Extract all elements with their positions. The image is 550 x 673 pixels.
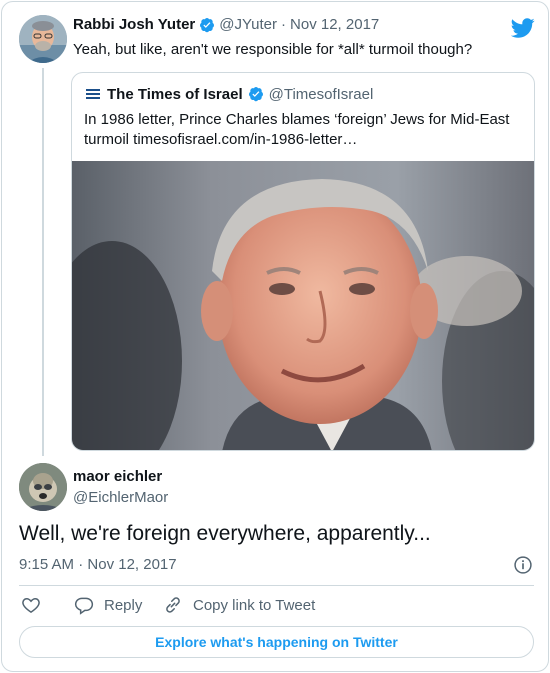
quoted-tweet-text-line-2[interactable]: turmoil timesofisrael.com/in-1986-letter… xyxy=(84,130,524,150)
main-author-handle[interactable]: @EichlerMaor xyxy=(73,489,168,506)
link-icon xyxy=(166,597,180,613)
tweet-date[interactable]: Nov 12, 2017 xyxy=(87,556,176,573)
timestamp-separator: · xyxy=(78,556,84,573)
copy-link-label: Copy link to Tweet xyxy=(193,596,316,614)
header-separator: · xyxy=(281,16,287,33)
copy-link-button[interactable]: Copy link to Tweet xyxy=(163,595,315,615)
quoted-tweet-text-line-1: In 1986 letter, Prince Charles blames ‘f… xyxy=(84,111,510,128)
main-tweet-text: Well, we're foreign everywhere, apparent… xyxy=(19,522,431,545)
parent-author-avatar[interactable] xyxy=(19,15,67,63)
parent-tweet-header: Rabbi Josh Yuter @JYuter · Nov 12, 2017 xyxy=(73,16,379,33)
parent-author-name[interactable]: Rabbi Josh Yuter xyxy=(73,16,195,33)
reply-icon xyxy=(74,597,94,615)
parent-tweet-date[interactable]: Nov 12, 2017 xyxy=(290,16,379,33)
embedded-tweet-card: Rabbi Josh Yuter @JYuter · Nov 12, 2017 … xyxy=(1,1,549,672)
actions-divider xyxy=(19,585,534,586)
heart-icon xyxy=(22,597,40,613)
quoted-tweet-header: The Times of Israel @TimesofIsrael xyxy=(84,85,373,103)
parent-tweet-text: Yeah, but like, aren't we responsible fo… xyxy=(73,41,473,58)
reply-button[interactable]: Reply xyxy=(74,595,142,615)
main-author-name[interactable]: maor eichler xyxy=(73,468,162,485)
quoted-author-name[interactable]: The Times of Israel xyxy=(107,86,243,103)
tweet-time[interactable]: 9:15 AM xyxy=(19,556,74,573)
tweet-timestamp[interactable]: 9:15 AM · Nov 12, 2017 xyxy=(19,556,177,573)
quoted-tweet-card[interactable]: The Times of Israel @TimesofIsrael In 19… xyxy=(71,72,535,451)
main-author-avatar[interactable] xyxy=(19,463,67,511)
quoted-author-handle[interactable]: @TimesofIsrael xyxy=(269,86,374,103)
like-button[interactable] xyxy=(21,595,41,615)
parent-author-handle[interactable]: @JYuter xyxy=(219,16,277,33)
thread-connector-line xyxy=(42,68,44,456)
verified-badge-icon xyxy=(248,87,263,102)
twitter-bird-icon[interactable] xyxy=(511,16,535,40)
info-icon[interactable] xyxy=(513,555,533,575)
quoted-tweet-photo[interactable] xyxy=(72,161,535,451)
times-of-israel-logo-icon xyxy=(84,85,102,103)
explore-twitter-button[interactable]: Explore what's happening on Twitter xyxy=(19,626,534,658)
quoted-tweet-text: In 1986 letter, Prince Charles blames ‘f… xyxy=(84,110,524,150)
verified-badge-icon xyxy=(200,17,215,32)
reply-label: Reply xyxy=(104,596,143,614)
